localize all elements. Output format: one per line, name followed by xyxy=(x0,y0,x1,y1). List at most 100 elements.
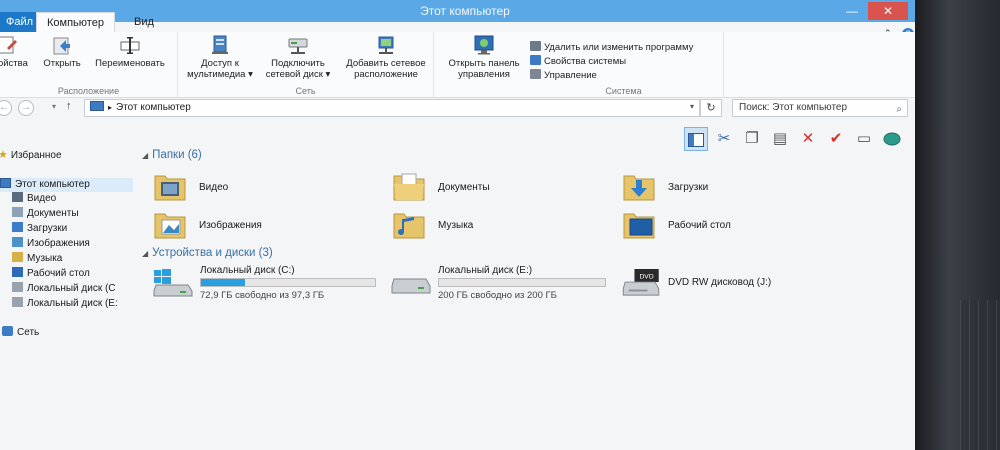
ribbon: Свойства Открыть Переименовать Расположе… xyxy=(0,32,915,98)
checkmark-icon[interactable]: ✔ xyxy=(824,127,848,151)
properties-label: Свойства xyxy=(0,58,28,69)
devices-section-header[interactable]: ◢ Устройства и диски (3) xyxy=(142,247,273,259)
nav-drive-c[interactable]: Локальный диск (С xyxy=(12,282,116,296)
properties-icon xyxy=(0,36,17,54)
layout-icon xyxy=(688,133,704,147)
preview-pane-button[interactable] xyxy=(684,127,708,151)
control-panel-button[interactable]: Открыть панель управления xyxy=(440,34,528,80)
rename-button[interactable]: Переименовать xyxy=(88,34,172,69)
ribbon-tabs: Файл Компьютер Вид xyxy=(0,12,915,32)
folder-videos[interactable]: Видео xyxy=(153,170,353,210)
folder-desktop[interactable]: Рабочий стол xyxy=(622,208,822,248)
nav-favorites[interactable]: ★ Избранное xyxy=(0,148,62,162)
control-panel-label-2: управления xyxy=(458,69,510,80)
copy-icon[interactable]: ❐ xyxy=(740,127,764,151)
folder-music[interactable]: Музыка xyxy=(392,208,592,248)
address-path: Этот компьютер xyxy=(116,102,191,113)
drive-c-free-space: 72,9 ГБ свободно из 97,3 ГБ xyxy=(200,290,325,301)
control-panel-label-1: Открыть панель xyxy=(448,58,520,69)
manage-label: Управление xyxy=(544,70,597,81)
forward-button[interactable]: → xyxy=(18,100,34,116)
nav-desktop[interactable]: Рабочий стол xyxy=(12,267,90,281)
rename-icon xyxy=(120,37,140,54)
system-properties-button[interactable]: Свойства системы xyxy=(530,55,626,68)
ribbon-group-network: Доступ к мультимедиа ▾ Подключить сетево… xyxy=(178,32,434,98)
nav-this-pc[interactable]: Этот компьютер xyxy=(0,178,133,192)
back-button[interactable]: ← xyxy=(0,100,12,116)
video-folder-icon xyxy=(154,175,186,201)
ribbon-group-location: Свойства Открыть Переименовать Расположе… xyxy=(0,32,178,98)
folder-downloads-label: Загрузки xyxy=(668,182,709,193)
quick-toolbar: ✂ ❐ ▤ ✕ ✔ ▭ xyxy=(684,127,914,153)
windows-drive-icon xyxy=(153,269,193,297)
uninstall-label: Удалить или изменить программу xyxy=(544,42,694,53)
drive-dvd[interactable]: DVD DVD RW дисковод (J:) xyxy=(620,265,850,305)
folder-downloads[interactable]: Загрузки xyxy=(622,170,822,210)
folders-section-header[interactable]: ◢ Папки (6) xyxy=(142,149,202,161)
nav-documents-label: Документы xyxy=(27,208,79,219)
cut-icon[interactable]: ✂ xyxy=(712,127,736,151)
address-bar[interactable]: ▸ Этот компьютер xyxy=(84,99,700,117)
nav-videos[interactable]: Видео xyxy=(12,192,56,206)
collapse-chevron-icon: ◢ xyxy=(142,249,149,258)
map-drive-button[interactable]: Подключить сетевой диск ▾ xyxy=(260,34,336,80)
globe-icon[interactable] xyxy=(880,127,904,151)
folder-documents[interactable]: Документы xyxy=(392,170,592,210)
nav-music-label: Музыка xyxy=(27,253,63,264)
media-server-icon xyxy=(212,35,228,54)
monitor-bezel xyxy=(915,0,1000,450)
nav-music[interactable]: Музыка xyxy=(12,252,62,266)
recent-locations-chevron-icon[interactable]: ▾ xyxy=(52,102,56,111)
media-access-label-1: Доступ к xyxy=(201,58,239,69)
breadcrumb-separator-icon: ▸ xyxy=(108,103,113,112)
pictures-folder-icon xyxy=(154,213,186,239)
nav-pictures-label: Изображения xyxy=(27,238,90,249)
rename-field-icon[interactable]: ▭ xyxy=(852,127,876,151)
open-button[interactable]: Открыть xyxy=(38,34,86,69)
dvd-badge: DVD xyxy=(639,272,653,280)
dvd-drive-icon: DVD xyxy=(622,269,660,296)
paste-icon[interactable]: ▤ xyxy=(768,127,792,151)
computer-icon xyxy=(0,178,11,188)
tab-computer[interactable]: Компьютер xyxy=(36,12,115,32)
drive-dvd-name: DVD RW дисковод (J:) xyxy=(668,277,772,288)
downloads-folder-icon xyxy=(12,222,23,232)
drive-e[interactable]: Локальный диск (E:) 200 ГБ свободно из 2… xyxy=(390,265,620,305)
delete-icon[interactable]: ✕ xyxy=(796,127,820,151)
drive-c[interactable]: Локальный диск (C:) 72,9 ГБ свободно из … xyxy=(152,265,382,305)
explorer-window: Этот компьютер — ✕ Файл Компьютер Вид ⌃ … xyxy=(0,0,915,450)
map-drive-label-2: сетевой диск xyxy=(265,69,323,80)
add-location-label-2: расположение xyxy=(354,69,418,80)
search-input[interactable]: Поиск: Этот компьютер ⌕ xyxy=(732,99,908,117)
computer-icon xyxy=(90,101,104,111)
nav-desktop-label: Рабочий стол xyxy=(27,268,90,279)
rename-label: Переименовать xyxy=(95,58,165,69)
nav-this-pc-label: Этот компьютер xyxy=(15,179,90,190)
tab-view[interactable]: Вид xyxy=(124,12,164,32)
add-network-location-button[interactable]: Добавить сетевое расположение xyxy=(338,34,434,80)
collapse-chevron-icon: ◢ xyxy=(142,151,149,160)
nav-downloads[interactable]: Загрузки xyxy=(12,222,67,236)
hard-drive-icon xyxy=(391,278,431,294)
documents-folder-icon xyxy=(393,173,425,201)
manage-button[interactable]: Управление xyxy=(530,69,597,82)
media-access-button[interactable]: Доступ к мультимедиа ▾ xyxy=(184,34,256,80)
properties-button[interactable]: Свойства xyxy=(0,34,36,69)
address-row: ← → ▾ ↑ ▸ Этот компьютер ▾ ↻ Поиск: Этот … xyxy=(0,99,915,117)
refresh-button[interactable]: ↻ xyxy=(700,99,722,117)
address-history-chevron-icon[interactable]: ▾ xyxy=(690,102,694,111)
up-arrow-icon[interactable]: ↑ xyxy=(66,100,72,112)
nav-pictures[interactable]: Изображения xyxy=(12,237,90,251)
drive-c-usage-bar xyxy=(200,278,376,287)
folder-desktop-label: Рабочий стол xyxy=(668,220,731,231)
uninstall-program-button[interactable]: Удалить или изменить программу xyxy=(530,41,693,54)
folder-videos-label: Видео xyxy=(199,182,229,193)
programs-icon xyxy=(530,41,541,51)
nav-network[interactable]: Сеть xyxy=(2,326,39,340)
folder-pictures[interactable]: Изображения xyxy=(153,208,353,248)
nav-documents[interactable]: Документы xyxy=(12,207,79,221)
drive-e-free-space: 200 ГБ свободно из 200 ГБ xyxy=(438,290,557,301)
map-drive-label-1: Подключить xyxy=(271,58,325,69)
open-icon xyxy=(53,37,70,55)
nav-drive-e[interactable]: Локальный диск (Е: xyxy=(12,297,118,311)
